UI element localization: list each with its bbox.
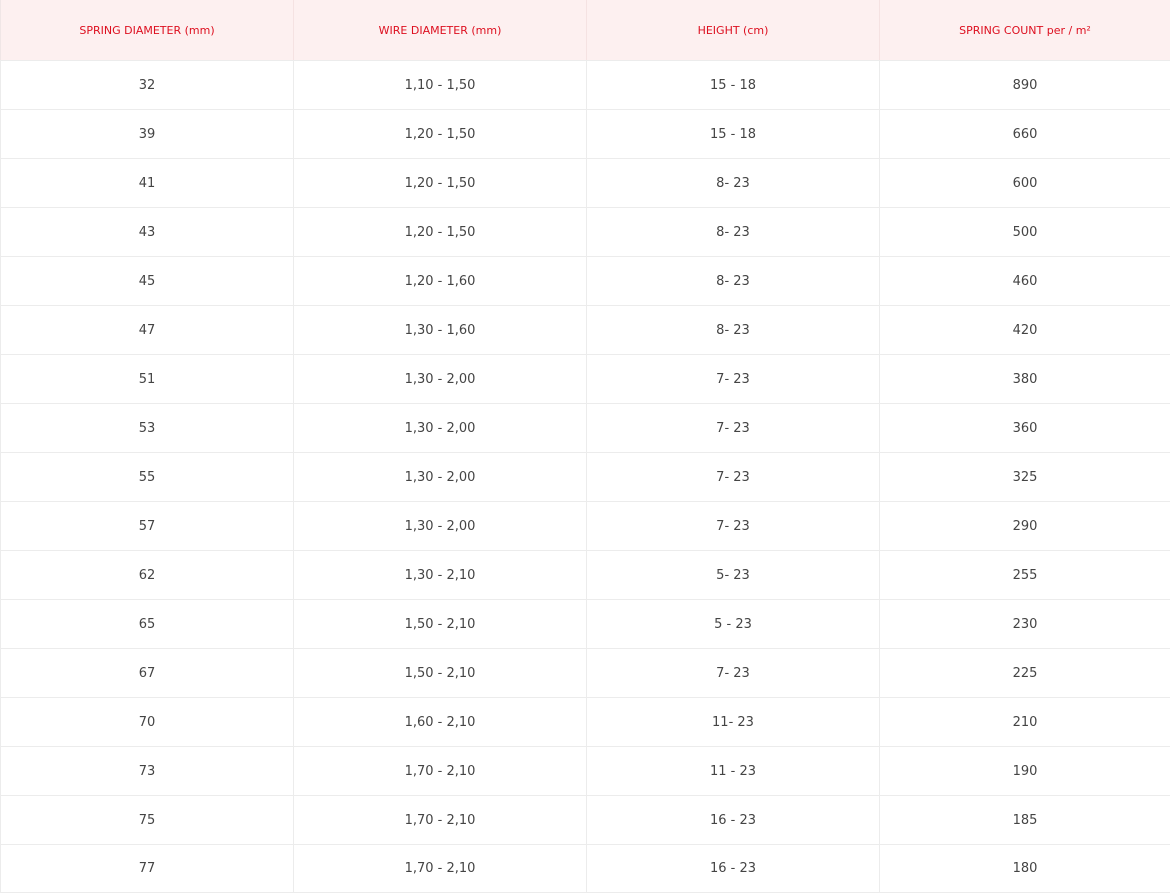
cell-wire-diameter: 1,20 - 1,50: [293, 109, 587, 159]
cell-wire-diameter: 1,30 - 2,00: [293, 354, 587, 404]
header-height: HEIGHT (cm): [586, 0, 880, 61]
table-row: 75 1,70 - 2,10 16 - 23 185: [0, 795, 1170, 845]
cell-spring-diameter: 70: [0, 697, 294, 747]
cell-wire-diameter: 1,50 - 2,10: [293, 599, 587, 649]
cell-spring-count: 380: [879, 354, 1170, 404]
cell-spring-diameter: 47: [0, 305, 294, 355]
table-row: 73 1,70 - 2,10 11 - 23 190: [0, 746, 1170, 796]
table-row: 41 1,20 - 1,50 8- 23 600: [0, 158, 1170, 208]
spring-spec-table: SPRING DIAMETER (mm) WIRE DIAMETER (mm) …: [0, 0, 1170, 893]
cell-height: 8- 23: [586, 305, 880, 355]
cell-spring-count: 185: [879, 795, 1170, 845]
cell-height: 16 - 23: [586, 795, 880, 845]
cell-spring-diameter: 45: [0, 256, 294, 306]
cell-wire-diameter: 1,60 - 2,10: [293, 697, 587, 747]
table-row: 67 1,50 - 2,10 7- 23 225: [0, 648, 1170, 698]
cell-spring-diameter: 73: [0, 746, 294, 796]
cell-height: 5- 23: [586, 550, 880, 600]
cell-spring-count: 600: [879, 158, 1170, 208]
cell-spring-diameter: 62: [0, 550, 294, 600]
cell-spring-count: 225: [879, 648, 1170, 698]
cell-spring-count: 210: [879, 697, 1170, 747]
cell-spring-diameter: 67: [0, 648, 294, 698]
cell-height: 8- 23: [586, 158, 880, 208]
cell-height: 11- 23: [586, 697, 880, 747]
cell-spring-count: 325: [879, 452, 1170, 502]
header-wire-diameter: WIRE DIAMETER (mm): [293, 0, 587, 61]
cell-height: 15 - 18: [586, 60, 880, 110]
cell-spring-count: 360: [879, 403, 1170, 453]
table-row: 70 1,60 - 2,10 11- 23 210: [0, 697, 1170, 747]
table-row: 57 1,30 - 2,00 7- 23 290: [0, 501, 1170, 551]
cell-wire-diameter: 1,10 - 1,50: [293, 60, 587, 110]
cell-spring-count: 890: [879, 60, 1170, 110]
cell-spring-diameter: 53: [0, 403, 294, 453]
table-row: 39 1,20 - 1,50 15 - 18 660: [0, 109, 1170, 159]
cell-height: 7- 23: [586, 501, 880, 551]
table-row: 45 1,20 - 1,60 8- 23 460: [0, 256, 1170, 306]
cell-spring-count: 660: [879, 109, 1170, 159]
cell-spring-diameter: 51: [0, 354, 294, 404]
cell-wire-diameter: 1,30 - 2,10: [293, 550, 587, 600]
cell-height: 16 - 23: [586, 844, 880, 893]
cell-spring-count: 500: [879, 207, 1170, 257]
cell-spring-diameter: 39: [0, 109, 294, 159]
cell-height: 7- 23: [586, 354, 880, 404]
cell-height: 7- 23: [586, 648, 880, 698]
cell-spring-diameter: 75: [0, 795, 294, 845]
header-spring-count: SPRING COUNT per / m²: [879, 0, 1170, 61]
table-row: 65 1,50 - 2,10 5 - 23 230: [0, 599, 1170, 649]
cell-height: 7- 23: [586, 452, 880, 502]
cell-spring-diameter: 55: [0, 452, 294, 502]
cell-wire-diameter: 1,30 - 2,00: [293, 452, 587, 502]
cell-spring-count: 420: [879, 305, 1170, 355]
cell-height: 8- 23: [586, 207, 880, 257]
cell-spring-count: 190: [879, 746, 1170, 796]
cell-wire-diameter: 1,70 - 2,10: [293, 844, 587, 893]
cell-wire-diameter: 1,20 - 1,50: [293, 207, 587, 257]
cell-spring-diameter: 43: [0, 207, 294, 257]
header-row: SPRING DIAMETER (mm) WIRE DIAMETER (mm) …: [0, 0, 1170, 61]
header-spring-diameter: SPRING DIAMETER (mm): [0, 0, 294, 61]
cell-spring-count: 180: [879, 844, 1170, 893]
cell-wire-diameter: 1,20 - 1,60: [293, 256, 587, 306]
table-row: 77 1,70 - 2,10 16 - 23 180: [0, 844, 1170, 893]
table-row: 51 1,30 - 2,00 7- 23 380: [0, 354, 1170, 404]
table-row: 47 1,30 - 1,60 8- 23 420: [0, 305, 1170, 355]
table-header: SPRING DIAMETER (mm) WIRE DIAMETER (mm) …: [0, 0, 1170, 61]
cell-spring-diameter: 32: [0, 60, 294, 110]
table-row: 55 1,30 - 2,00 7- 23 325: [0, 452, 1170, 502]
cell-spring-count: 230: [879, 599, 1170, 649]
table-row: 43 1,20 - 1,50 8- 23 500: [0, 207, 1170, 257]
cell-height: 7- 23: [586, 403, 880, 453]
cell-wire-diameter: 1,50 - 2,10: [293, 648, 587, 698]
cell-wire-diameter: 1,20 - 1,50: [293, 158, 587, 208]
cell-wire-diameter: 1,30 - 1,60: [293, 305, 587, 355]
cell-spring-diameter: 41: [0, 158, 294, 208]
table-row: 32 1,10 - 1,50 15 - 18 890: [0, 60, 1170, 110]
table-row: 62 1,30 - 2,10 5- 23 255: [0, 550, 1170, 600]
cell-height: 11 - 23: [586, 746, 880, 796]
cell-spring-diameter: 77: [0, 844, 294, 893]
cell-wire-diameter: 1,70 - 2,10: [293, 795, 587, 845]
cell-spring-diameter: 57: [0, 501, 294, 551]
cell-spring-count: 460: [879, 256, 1170, 306]
cell-spring-count: 290: [879, 501, 1170, 551]
cell-height: 15 - 18: [586, 109, 880, 159]
cell-wire-diameter: 1,30 - 2,00: [293, 403, 587, 453]
cell-spring-diameter: 65: [0, 599, 294, 649]
table-body: 32 1,10 - 1,50 15 - 18 890 39 1,20 - 1,50 15 -…: [0, 60, 1170, 893]
cell-height: 5 - 23: [586, 599, 880, 649]
cell-spring-count: 255: [879, 550, 1170, 600]
cell-wire-diameter: 1,70 - 2,10: [293, 746, 587, 796]
cell-height: 8- 23: [586, 256, 880, 306]
table-row: 53 1,30 - 2,00 7- 23 360: [0, 403, 1170, 453]
cell-wire-diameter: 1,30 - 2,00: [293, 501, 587, 551]
